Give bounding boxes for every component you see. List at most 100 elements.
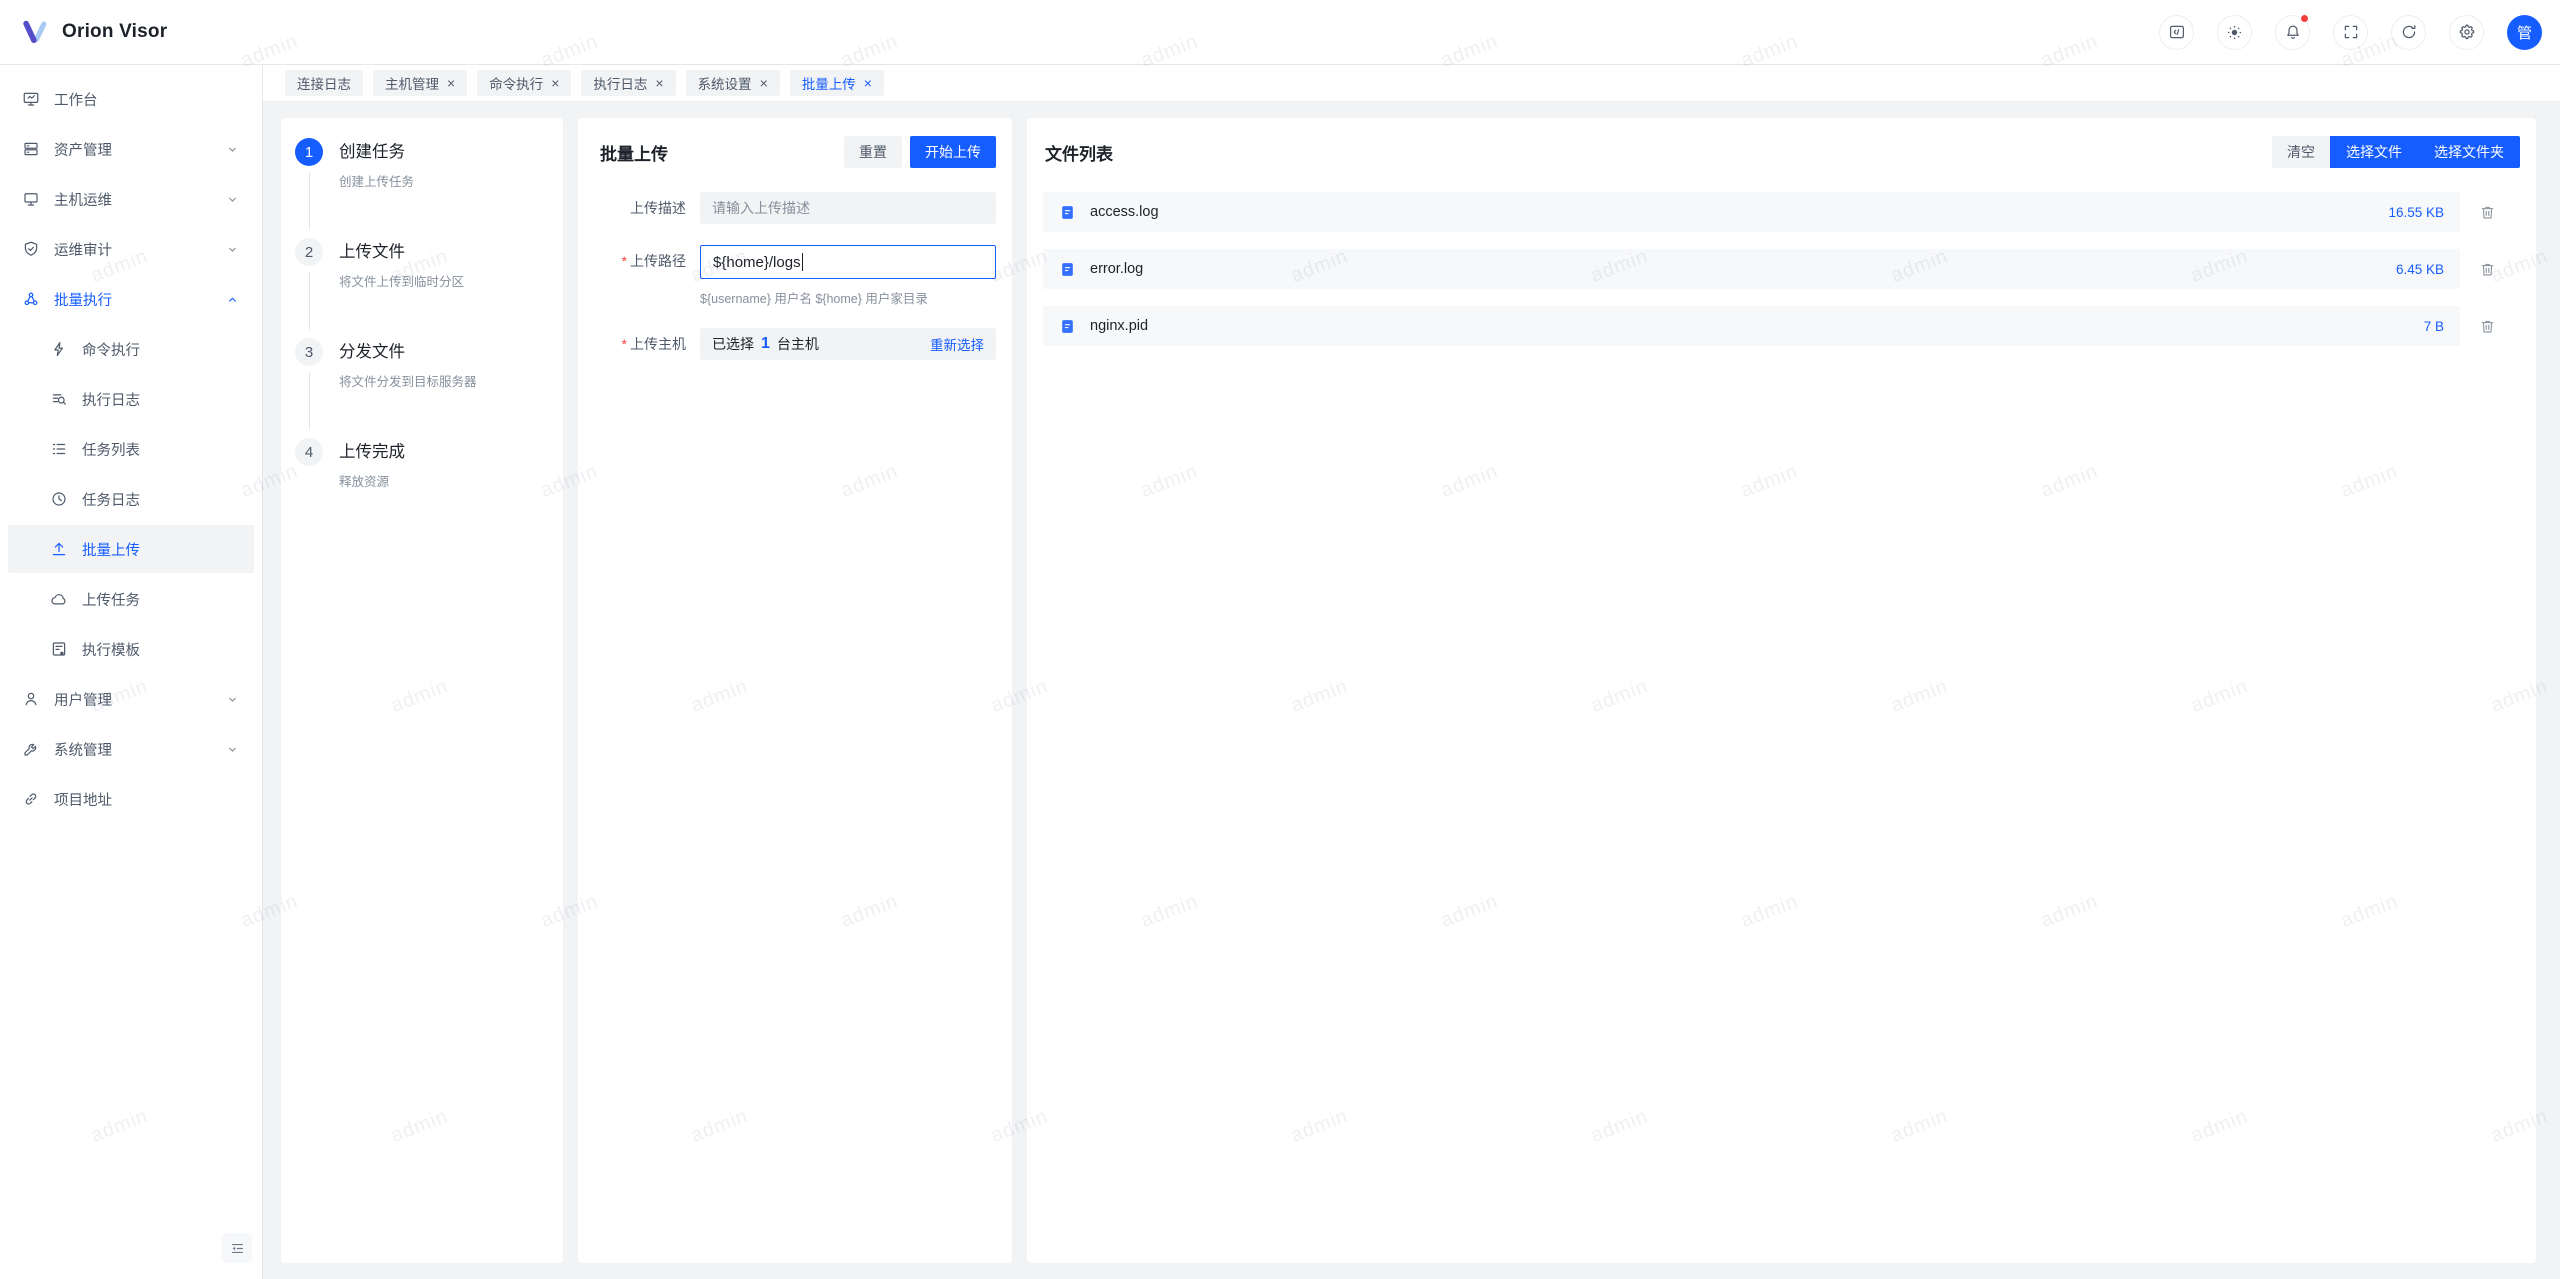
- wizard-step[interactable]: 2上传文件将文件上传到临时分区: [295, 238, 539, 338]
- reset-button[interactable]: 重置: [844, 136, 902, 168]
- file-doc-icon: [1059, 204, 1076, 221]
- user-avatar[interactable]: 管: [2507, 15, 2542, 50]
- step-description: 创建上传任务: [339, 171, 539, 190]
- sidebar-item[interactable]: 主机运维: [8, 175, 254, 223]
- notifications-button[interactable]: [2275, 15, 2310, 50]
- file-name: access.log: [1090, 204, 2374, 220]
- step-connector: [309, 372, 310, 430]
- chevron-up-icon: [225, 292, 240, 307]
- upload-hosts-label: *上传主机: [594, 328, 686, 360]
- sidebar-item-label: 批量上传: [82, 539, 240, 560]
- tab-label: 主机管理: [385, 73, 439, 93]
- sidebar-item[interactable]: 上传任务: [8, 575, 254, 623]
- task-log-icon: [50, 490, 68, 508]
- sidebar-item[interactable]: 项目地址: [8, 775, 254, 823]
- sidebar-item-label: 执行模板: [82, 639, 240, 660]
- notification-badge: [2300, 14, 2309, 23]
- upload-desc-input[interactable]: [700, 192, 996, 224]
- settings-button[interactable]: [2449, 15, 2484, 50]
- sidebar-item[interactable]: 执行日志: [8, 375, 254, 423]
- tab-label: 命令执行: [489, 73, 543, 93]
- sidebar-item-label: 资产管理: [54, 139, 211, 160]
- tab[interactable]: 批量上传×: [790, 70, 884, 96]
- sidebar: 工作台资产管理主机运维运维审计批量执行命令执行执行日志任务列表任务日志批量上传上…: [0, 65, 263, 1279]
- tab-close-icon[interactable]: ×: [551, 76, 559, 90]
- form-panel-title: 批量上传: [600, 140, 668, 165]
- tab[interactable]: 主机管理 ×: [373, 70, 467, 96]
- selected-hosts-prefix: 已选择: [712, 334, 754, 354]
- delete-file-button[interactable]: [2479, 261, 2496, 278]
- selected-hosts-suffix: 台主机: [777, 334, 819, 354]
- step-number: 4: [295, 438, 323, 466]
- fullscreen-button[interactable]: [2333, 15, 2368, 50]
- tab[interactable]: 连接日志: [285, 70, 363, 96]
- sidebar-item-label: 上传任务: [82, 589, 240, 610]
- upload-path-row: *上传路径 ${home}/logs ${username} 用户名 ${hom…: [594, 245, 996, 307]
- tab-close-icon[interactable]: ×: [864, 76, 872, 90]
- sidebar-item-label: 项目地址: [54, 789, 240, 810]
- select-folder-button[interactable]: 选择文件夹: [2418, 136, 2520, 168]
- code-button[interactable]: [2159, 15, 2194, 50]
- sidebar-item[interactable]: 批量上传: [8, 525, 254, 573]
- start-upload-button[interactable]: 开始上传: [910, 136, 996, 168]
- link-icon: [22, 790, 40, 808]
- tab-label: 执行日志: [593, 73, 647, 93]
- sidebar-item-label: 运维审计: [54, 239, 211, 260]
- sidebar-item[interactable]: 命令执行: [8, 325, 254, 373]
- wizard-step[interactable]: 3分发文件将文件分发到目标服务器: [295, 338, 539, 438]
- tab[interactable]: 执行日志 ×: [581, 70, 675, 96]
- file-row: access.log16.55 KB: [1043, 192, 2460, 232]
- step-number: 3: [295, 338, 323, 366]
- batch-exec-icon: [22, 290, 40, 308]
- step-number: 2: [295, 238, 323, 266]
- wizard-step[interactable]: 1创建任务创建上传任务: [295, 138, 539, 238]
- tab[interactable]: 命令执行 ×: [477, 70, 571, 96]
- tab[interactable]: 系统设置×: [686, 70, 780, 96]
- theme-button[interactable]: [2217, 15, 2252, 50]
- step-title: 创建任务: [339, 138, 539, 166]
- sidebar-item[interactable]: 资产管理: [8, 125, 254, 173]
- wizard-step[interactable]: 4上传完成释放资源: [295, 438, 539, 538]
- refresh-button[interactable]: [2391, 15, 2426, 50]
- sidebar-item[interactable]: 系统管理: [8, 725, 254, 773]
- code-icon: [2168, 23, 2186, 41]
- sidebar-item[interactable]: 运维审计: [8, 225, 254, 273]
- sidebar-item-label: 命令执行: [82, 339, 240, 360]
- sidebar-item[interactable]: 工作台: [8, 75, 254, 123]
- upload-steps-panel: 1创建任务创建上传任务2上传文件将文件上传到临时分区3分发文件将文件分发到目标服…: [281, 118, 563, 1263]
- upload-path-input[interactable]: ${home}/logs: [700, 245, 996, 279]
- file-row: error.log6.45 KB: [1043, 249, 2460, 289]
- theme-icon: [2225, 23, 2244, 42]
- host-ops-icon: [22, 190, 40, 208]
- tab-close-icon[interactable]: ×: [760, 76, 768, 90]
- sidebar-item-label: 系统管理: [54, 739, 211, 760]
- sidebar-item-label: 主机运维: [54, 189, 211, 210]
- command-icon: [50, 340, 68, 358]
- chevron-down-icon: [225, 242, 240, 257]
- sidebar-item[interactable]: 执行模板: [8, 625, 254, 673]
- sidebar-collapse-button[interactable]: [222, 1233, 252, 1263]
- file-row-wrapper: error.log6.45 KB: [1043, 249, 2520, 289]
- upload-hosts-row: *上传主机 已选择 1 台主机 重新选择: [594, 328, 996, 360]
- reselect-hosts-link[interactable]: 重新选择: [930, 334, 984, 354]
- file-list-title: 文件列表: [1045, 140, 1113, 165]
- file-name: nginx.pid: [1090, 318, 2410, 334]
- file-size: 6.45 KB: [2396, 262, 2444, 277]
- sidebar-item[interactable]: 用户管理: [8, 675, 254, 723]
- file-select-button-group: 选择文件 选择文件夹: [2330, 136, 2520, 168]
- upload-path-hint: ${username} 用户名 ${home} 用户家目录: [700, 288, 996, 307]
- delete-file-button[interactable]: [2479, 204, 2496, 221]
- sidebar-item[interactable]: 任务日志: [8, 475, 254, 523]
- sidebar-item[interactable]: 批量执行: [8, 275, 254, 323]
- clear-files-button[interactable]: 清空: [2272, 136, 2330, 168]
- step-description: 将文件上传到临时分区: [339, 271, 539, 290]
- tab-close-icon[interactable]: ×: [447, 76, 455, 90]
- delete-file-button[interactable]: [2479, 318, 2496, 335]
- brand: Orion Visor: [20, 17, 167, 47]
- upload-path-label: *上传路径: [594, 245, 686, 307]
- step-title: 分发文件: [339, 338, 539, 366]
- header-actions: 管: [2159, 15, 2542, 50]
- sidebar-item[interactable]: 任务列表: [8, 425, 254, 473]
- tab-close-icon[interactable]: ×: [655, 76, 663, 90]
- select-files-button[interactable]: 选择文件: [2330, 136, 2418, 168]
